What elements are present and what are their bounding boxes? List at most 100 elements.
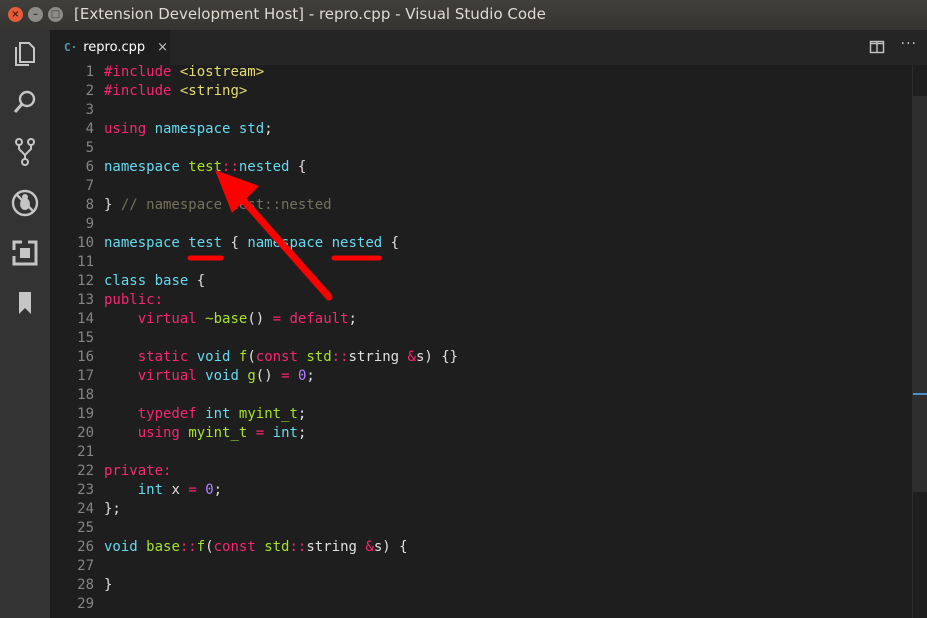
line-number: 24 <box>77 501 94 517</box>
code-line[interactable]: 14 virtual ~base() = default; <box>50 310 910 329</box>
code-text: }; <box>104 500 121 519</box>
code-line[interactable]: 7 <box>50 177 910 196</box>
code-token: public: <box>104 292 164 308</box>
code-token: () <box>247 311 273 327</box>
code-line[interactable]: 21 <box>50 443 910 462</box>
code-token: string <box>306 539 357 555</box>
explorer-button[interactable] <box>0 34 50 74</box>
code-line[interactable]: 9 <box>50 215 910 234</box>
bookmarks-button[interactable] <box>0 283 50 323</box>
code-line[interactable]: 26 void base::f(const std::string &s) { <box>50 538 910 557</box>
code-text: #include <iostream> <box>104 65 264 82</box>
code-token: <iostream> <box>179 65 265 80</box>
tab-repro-cpp[interactable]: C· repro.cpp × <box>50 30 170 65</box>
code-line[interactable]: 11 <box>50 253 910 272</box>
code-line[interactable]: 12 class base { <box>50 272 910 291</box>
code-token: { <box>289 159 307 175</box>
code-line[interactable]: 23 int x = 0; <box>50 481 910 500</box>
code-line[interactable]: 10 namespace test { namespace nested { <box>50 234 910 253</box>
code-line[interactable]: 13 public: <box>50 291 910 310</box>
code-token: test <box>188 235 223 251</box>
code-line[interactable]: 22 private: <box>50 462 910 481</box>
code-line[interactable]: 18 <box>50 386 910 405</box>
code-line[interactable]: 1 #include <iostream> <box>50 65 910 82</box>
code-line[interactable]: 2 #include <string> <box>50 82 910 101</box>
code-line[interactable]: 4 using namespace std; <box>50 120 910 139</box>
close-icon[interactable]: × <box>157 40 168 55</box>
window-maximize-button[interactable]: □ <box>48 7 63 22</box>
code-line[interactable]: 28} <box>50 576 910 595</box>
code-token: ( <box>205 539 214 555</box>
code-editor[interactable]: 1 #include <iostream> 2 #include <string> 3 4… <box>50 65 927 618</box>
line-number: 11 <box>77 254 94 270</box>
code-text: typedef int myint_t; <box>104 405 307 424</box>
code-token: } <box>104 197 121 213</box>
code-token: :: <box>331 349 349 365</box>
code-token: base <box>146 539 180 555</box>
line-number: 7 <box>85 178 94 194</box>
scrollbar-cursor-marker <box>913 393 927 395</box>
code-text: namespace test::nested { <box>104 158 306 177</box>
code-line[interactable]: 5 <box>50 139 910 158</box>
window-minimize-button[interactable]: – <box>28 7 43 22</box>
code-text: using namespace std; <box>104 120 273 139</box>
code-token: string <box>348 349 400 365</box>
code-token: nested <box>331 235 383 251</box>
extensions-button[interactable] <box>0 233 50 273</box>
code-token: class <box>104 273 147 289</box>
code-token: <string> <box>179 83 248 99</box>
code-text: #include <string> <box>104 82 247 101</box>
code-token: void <box>205 368 239 384</box>
code-line[interactable]: 8} // namespace test::nested <box>50 196 910 215</box>
code-token: & <box>407 349 416 365</box>
line-number: 15 <box>77 330 94 346</box>
source-control-button[interactable] <box>0 132 50 172</box>
scrollbar-thumb[interactable] <box>913 96 927 492</box>
code-line[interactable]: 19 typedef int myint_t; <box>50 405 910 424</box>
code-token: ; <box>213 482 223 498</box>
split-editor-button[interactable] <box>869 39 885 55</box>
code-line[interactable]: 15 <box>50 329 910 348</box>
code-token: base <box>154 273 189 289</box>
extensions-icon <box>12 240 38 266</box>
code-text: class base { <box>104 272 205 291</box>
code-line[interactable]: 27 <box>50 557 910 576</box>
code-text: namespace test { namespace nested { <box>104 234 399 253</box>
code-text: public: <box>104 291 163 310</box>
line-number: 13 <box>77 292 94 308</box>
line-number: 21 <box>77 444 94 460</box>
code-text: int x = 0; <box>104 481 222 500</box>
code-line[interactable]: 29 <box>50 595 910 614</box>
code-token: const <box>213 539 256 555</box>
editor-tab-bar: C· repro.cpp × ··· <box>50 30 927 65</box>
code-line[interactable]: 20 using myint_t = int; <box>50 424 910 443</box>
code-token: std <box>238 121 265 137</box>
debug-button[interactable] <box>0 183 50 223</box>
code-line[interactable]: 24}; <box>50 500 910 519</box>
code-token: // namespace test::nested <box>120 197 332 213</box>
code-line[interactable]: 6 namespace test::nested { <box>50 158 910 177</box>
files-icon <box>15 42 35 66</box>
search-button[interactable] <box>0 82 50 122</box>
code-line[interactable]: 25 <box>50 519 910 538</box>
code-token: = <box>255 425 265 441</box>
code-line[interactable]: 16 static void f(const std::string &s) {… <box>50 348 910 367</box>
code-token: { <box>382 235 400 251</box>
window-close-button[interactable]: × <box>8 7 23 22</box>
more-actions-icon[interactable]: ··· <box>901 36 917 52</box>
code-line[interactable]: 3 <box>50 101 910 120</box>
code-token: namespace <box>104 159 180 175</box>
code-line[interactable]: 17 virtual void g() = 0; <box>50 367 910 386</box>
